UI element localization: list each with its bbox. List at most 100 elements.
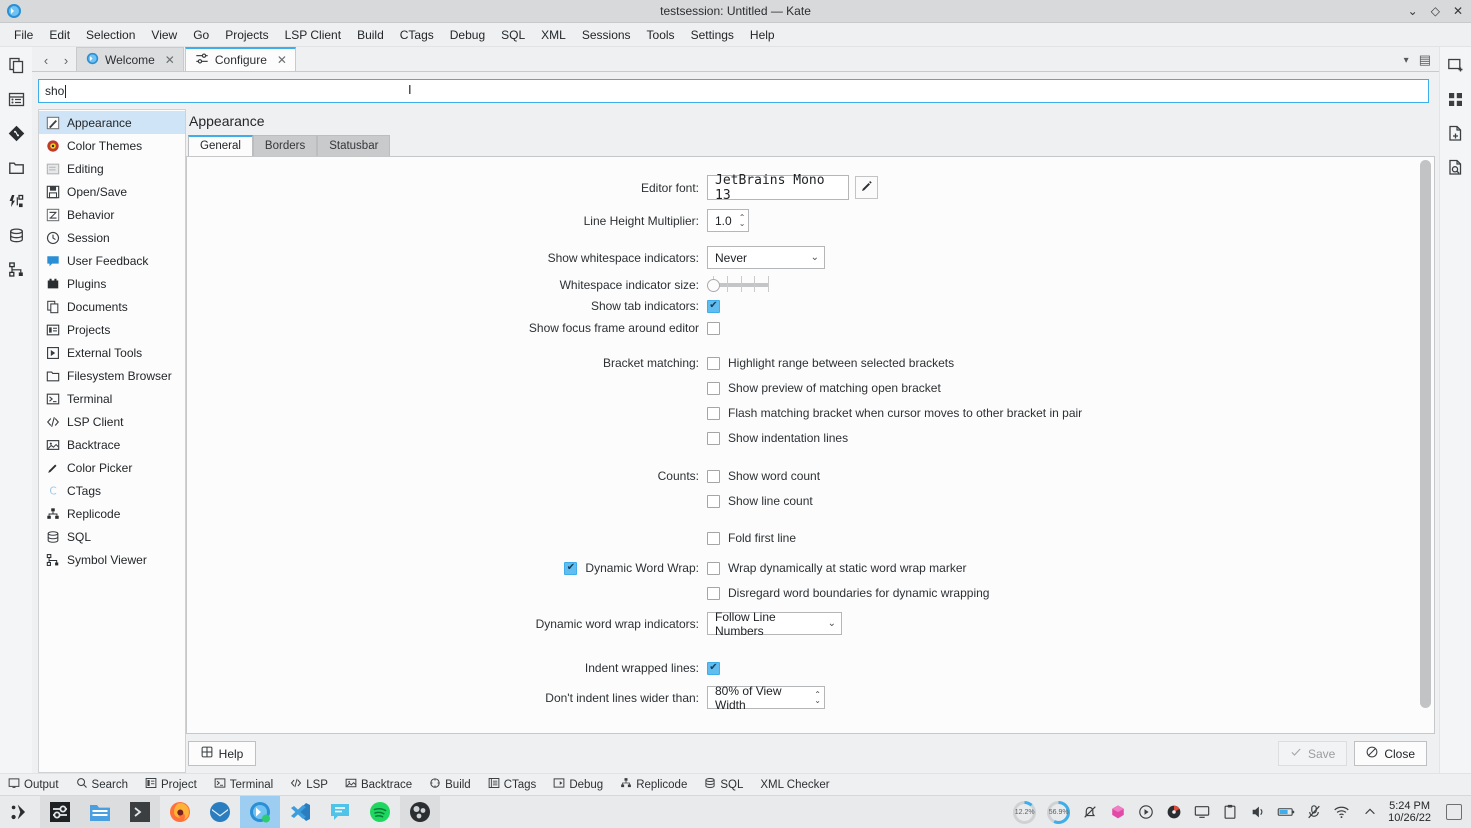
tab-options-icon[interactable]: ▾ <box>1404 55 1409 66</box>
sidebar-item-user-feedback[interactable]: User Feedback <box>39 249 185 272</box>
search-file-icon[interactable] <box>1444 155 1468 179</box>
settings-scrollbar[interactable] <box>1420 160 1431 730</box>
close-icon[interactable]: ✕ <box>165 53 175 67</box>
plugin-search[interactable]: Search <box>74 776 130 793</box>
menu-view[interactable]: View <box>143 25 185 45</box>
settings-category-list[interactable]: Appearance Color Themes Editing <box>38 109 186 773</box>
cpu-gauge[interactable]: 12.2% <box>1012 800 1037 825</box>
microphone-muted-icon[interactable] <box>1304 803 1323 822</box>
menu-build[interactable]: Build <box>349 25 392 45</box>
sidebar-item-sql[interactable]: SQL <box>39 525 185 548</box>
taskbar-app-obs[interactable] <box>400 796 440 828</box>
show-desktop-button[interactable] <box>1446 804 1462 820</box>
tab-welcome[interactable]: Welcome ✕ <box>76 47 184 71</box>
wrap-indicators-select[interactable]: Follow Line Numbers ⌄ <box>707 612 842 635</box>
sidebar-item-terminal[interactable]: Terminal <box>39 387 185 410</box>
maximize-button[interactable]: ◇ <box>1431 5 1440 17</box>
sidebar-item-color-themes[interactable]: Color Themes <box>39 134 185 157</box>
menu-projects[interactable]: Projects <box>217 25 276 45</box>
notifications-muted-icon[interactable] <box>1080 803 1099 822</box>
whitespace-indicators-select[interactable]: Never ⌄ <box>707 246 825 269</box>
menu-settings[interactable]: Settings <box>683 25 742 45</box>
close-button[interactable]: ✕ <box>1453 5 1463 17</box>
build-icon[interactable] <box>4 189 28 213</box>
documents-icon[interactable] <box>4 53 28 77</box>
taskbar-clock[interactable]: 5:24 PM 10/26/22 <box>1388 800 1431 824</box>
tab-forward-button[interactable]: › <box>56 49 76 71</box>
show-preview-bracket-checkbox[interactable] <box>707 382 720 395</box>
taskbar-app-thunderbird[interactable] <box>200 796 240 828</box>
wifi-icon[interactable] <box>1332 803 1351 822</box>
tab-general[interactable]: General <box>188 135 253 156</box>
whitespace-size-slider[interactable] <box>707 274 769 296</box>
clipboard-icon[interactable] <box>1220 803 1239 822</box>
scrollbar-thumb[interactable] <box>1420 160 1431 708</box>
plugin-replicode[interactable]: Replicode <box>618 776 689 793</box>
editor-font-field[interactable]: JetBrains Mono 13 <box>707 175 849 200</box>
show-indentation-lines-checkbox[interactable] <box>707 432 720 445</box>
highlight-range-checkbox[interactable] <box>707 357 720 370</box>
taskbar-app-vscode[interactable] <box>280 796 320 828</box>
memory-gauge[interactable]: 56.9% <box>1046 800 1071 825</box>
sidebar-item-filesystem-browser[interactable]: Filesystem Browser <box>39 364 185 387</box>
help-button[interactable]: Help <box>188 741 256 766</box>
sidebar-item-lsp-client[interactable]: LSP Client <box>39 410 185 433</box>
sidebar-item-documents[interactable]: Documents <box>39 295 185 318</box>
menu-go[interactable]: Go <box>185 25 217 45</box>
plugin-debug[interactable]: Debug <box>551 776 605 793</box>
close-icon[interactable]: ✕ <box>277 53 287 67</box>
menu-ctags[interactable]: CTags <box>392 25 442 45</box>
menu-tools[interactable]: Tools <box>639 25 683 45</box>
sidebar-item-editing[interactable]: Editing <box>39 157 185 180</box>
plugin-sql[interactable]: SQL <box>702 776 745 793</box>
start-button[interactable] <box>0 796 40 828</box>
tab-back-button[interactable]: ‹ <box>36 49 56 71</box>
media-play-icon[interactable] <box>1136 803 1155 822</box>
menu-xml[interactable]: XML <box>533 25 574 45</box>
split-view-icon[interactable]: ▤ <box>1419 52 1431 68</box>
sidebar-item-projects[interactable]: Projects <box>39 318 185 341</box>
menu-lsp-client[interactable]: LSP Client <box>277 25 349 45</box>
volume-icon[interactable] <box>1248 803 1267 822</box>
indent-wrapped-lines-checkbox[interactable] <box>707 662 720 675</box>
dynamic-word-wrap-checkbox[interactable] <box>564 562 577 575</box>
sidebar-item-open-save[interactable]: Open/Save <box>39 180 185 203</box>
taskbar-app-chat[interactable] <box>320 796 360 828</box>
plugin-lsp[interactable]: LSP <box>288 776 330 793</box>
new-window-icon[interactable] <box>1444 53 1468 77</box>
git-icon[interactable] <box>4 121 28 145</box>
plugins-icon[interactable] <box>1444 87 1468 111</box>
slider-handle[interactable] <box>707 279 720 292</box>
taskbar-app-spotify[interactable] <box>360 796 400 828</box>
package-icon[interactable] <box>1108 803 1127 822</box>
sidebar-item-replicode[interactable]: Replicode <box>39 502 185 525</box>
plugin-build[interactable]: Build <box>427 776 473 793</box>
sidebar-item-appearance[interactable]: Appearance <box>39 111 185 134</box>
disk-icon[interactable] <box>1164 803 1183 822</box>
sidebar-item-symbol-viewer[interactable]: Symbol Viewer <box>39 548 185 571</box>
taskbar-app-firefox[interactable] <box>160 796 200 828</box>
stepper-down-icon[interactable]: ⌄ <box>814 698 821 704</box>
outline-icon[interactable] <box>4 87 28 111</box>
show-word-count-checkbox[interactable] <box>707 470 720 483</box>
close-button[interactable]: Close <box>1354 741 1427 766</box>
sidebar-item-backtrace[interactable]: Backtrace <box>39 433 185 456</box>
sql-icon[interactable] <box>4 223 28 247</box>
sidebar-item-color-picker[interactable]: Color Picker <box>39 456 185 479</box>
sidebar-item-session[interactable]: Session <box>39 226 185 249</box>
show-focus-frame-checkbox[interactable] <box>707 322 720 335</box>
plugin-terminal[interactable]: Terminal <box>212 776 275 793</box>
tray-expand-icon[interactable] <box>1360 803 1379 822</box>
search-input[interactable]: sho I <box>38 79 1429 103</box>
menu-sql[interactable]: SQL <box>493 25 533 45</box>
menu-selection[interactable]: Selection <box>78 25 143 45</box>
plugin-xml-checker[interactable]: XML Checker <box>758 778 831 792</box>
menu-file[interactable]: File <box>6 25 41 45</box>
show-line-count-checkbox[interactable] <box>707 495 720 508</box>
tab-configure[interactable]: Configure ✕ <box>185 47 296 71</box>
wrap-at-marker-checkbox[interactable] <box>707 562 720 575</box>
display-icon[interactable] <box>1192 803 1211 822</box>
menu-debug[interactable]: Debug <box>442 25 493 45</box>
dont-indent-wider-stepper[interactable]: 80% of View Width ⌃ ⌄ <box>707 686 825 709</box>
battery-icon[interactable] <box>1276 803 1295 822</box>
